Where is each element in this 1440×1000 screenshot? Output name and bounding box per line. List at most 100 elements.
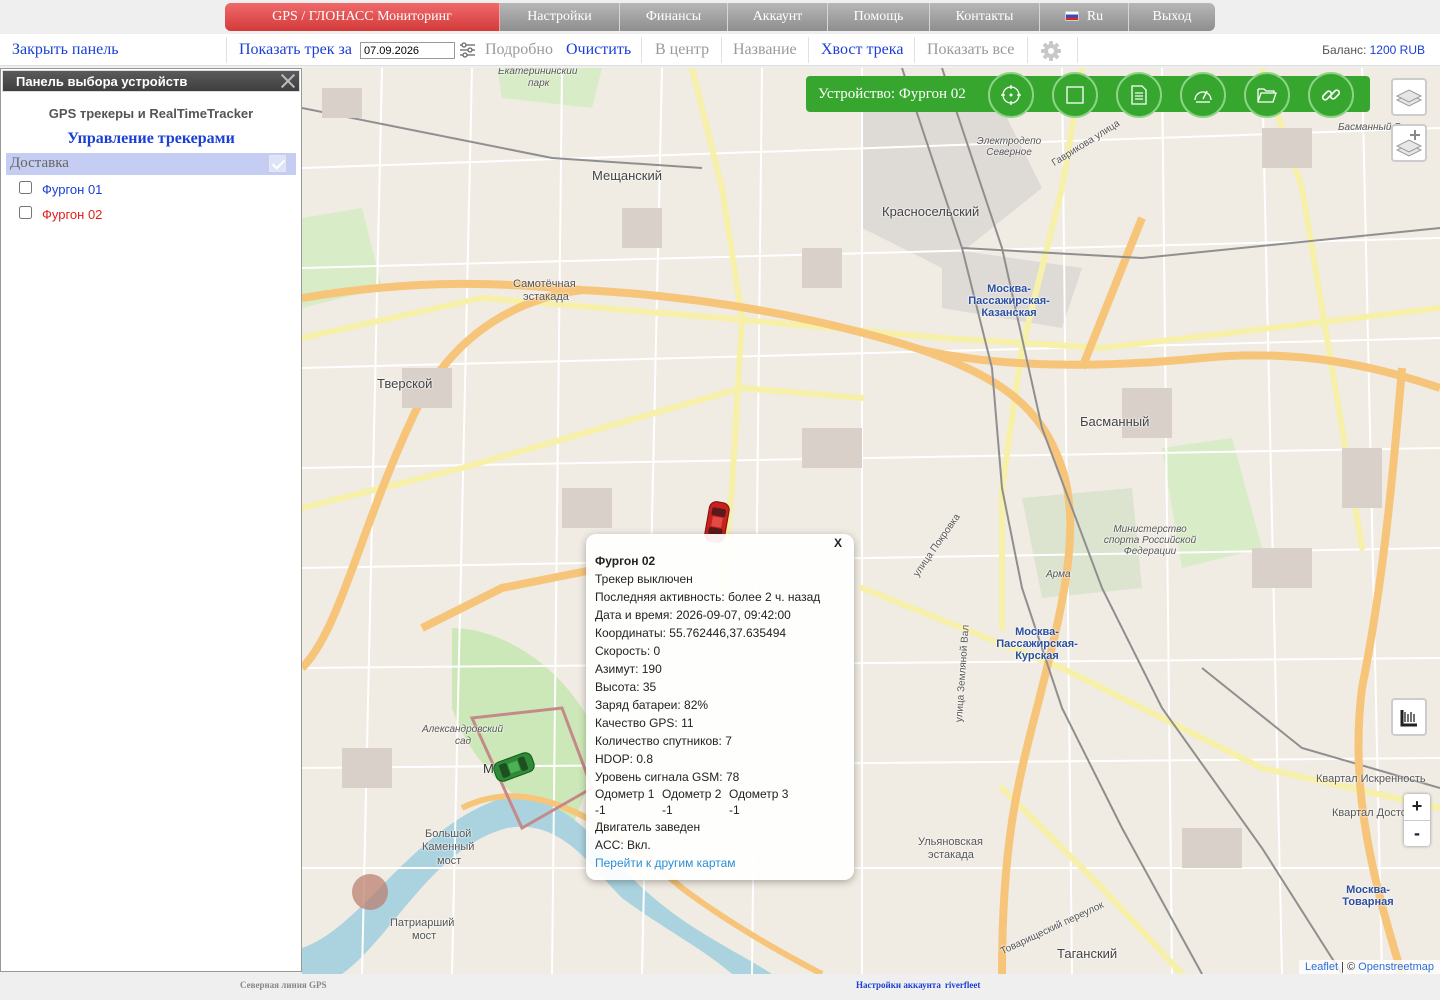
osm-link[interactable]: Openstreetmap [1358, 961, 1434, 973]
ruler-icon[interactable] [1391, 698, 1427, 736]
language-label: Ru [1086, 9, 1104, 24]
map-label: Ульяновская [918, 836, 983, 848]
popup-battery: Заряд батареи: 82% [595, 698, 709, 712]
popup-engine: Двигатель заведен [595, 820, 701, 834]
map-label: Екатерининский [498, 68, 578, 77]
map-label: Квартал Досто [1332, 807, 1407, 819]
filter-icon[interactable] [459, 42, 476, 58]
station-label: Москва- Пассажирская- Казанская [968, 283, 1050, 319]
leaflet-link[interactable]: Leaflet [1305, 961, 1338, 973]
menu-finance[interactable]: Финансы [620, 3, 728, 31]
close-panel-link[interactable]: Закрыть панель [12, 34, 119, 66]
device-action-bar: Устройство: Фургон 02 [806, 72, 1370, 118]
odometer-value: -1 [595, 803, 606, 817]
popup-coords: Координаты: 55.762446,37.635494 [595, 626, 787, 640]
popup-gps-quality: Качество GPS: 11 [595, 716, 694, 730]
menu-help[interactable]: Помощь [828, 3, 930, 31]
clear-button[interactable]: Очистить [566, 34, 631, 66]
footer-brand[interactable]: Северная линия GPS [240, 980, 327, 990]
panel-heading[interactable]: Управление трекерами [1, 130, 301, 148]
menu-settings[interactable]: Настройки [500, 3, 620, 31]
attribution-separator: | © [1338, 961, 1359, 973]
panel-header: Панель выбора устройств [2, 70, 300, 92]
station-label: Москва- Товарная [1342, 884, 1394, 908]
map-label: Красносельский [882, 204, 980, 219]
device-group[interactable]: Доставка [6, 153, 296, 175]
map-attribution: Leaflet | © Openstreetmap [1299, 960, 1440, 974]
toolbar: Закрыть панель Показать трек за Подробно… [0, 34, 1440, 66]
map-label: Тверской [377, 376, 433, 391]
details-button[interactable]: Подробно [485, 34, 553, 66]
map-label: Электродепо Северное [976, 136, 1042, 158]
track-date-input[interactable] [360, 42, 455, 59]
odometer-value: -1 [729, 803, 740, 817]
menu-account[interactable]: Аккаунт [728, 3, 828, 31]
footer: Северная линия GPS Настройки аккаунта riv… [0, 974, 1440, 1000]
popup-datetime: Дата и время: 2026-09-07, 09:42:00 [595, 608, 791, 622]
odometer-labels: Одометр 1 Одометр 2 Одометр 3 [595, 786, 854, 802]
map-label: Самотёчная [513, 278, 576, 290]
link-icon[interactable] [1308, 72, 1354, 118]
popup-azimuth: Азимут: 190 [595, 662, 662, 676]
show-all-button[interactable]: Показать все [927, 34, 1014, 66]
map-label: Таганский [1057, 946, 1118, 961]
speedometer-icon[interactable] [1180, 72, 1226, 118]
balance-label: Баланс: [1322, 43, 1367, 57]
device-checkbox-1[interactable] [19, 181, 32, 194]
other-maps-link[interactable]: Перейти к другим картам [595, 854, 854, 872]
popup-hdop: HDOP: 0.8 [595, 752, 654, 766]
gear-icon[interactable] [1040, 40, 1062, 62]
popup-speed: Скорость: 0 [595, 644, 661, 658]
popup-status: Трекер выключен [595, 572, 693, 586]
footer-account: Настройки аккаунта riverfleet [856, 980, 980, 990]
device-name-2[interactable]: Фургон 02 [42, 207, 102, 222]
device-row: Фургон 01 [1, 175, 301, 200]
menu-contacts[interactable]: Контакты [930, 3, 1040, 31]
zoom-out-button[interactable]: - [1404, 820, 1430, 846]
popup-acc: ACC: Вкл. [595, 838, 651, 852]
close-icon[interactable] [279, 72, 297, 90]
folder-icon[interactable] [1244, 72, 1290, 118]
menu-brand[interactable]: GPS / ГЛОНАСС Мониторинг [225, 3, 500, 31]
center-button[interactable]: В центр [655, 34, 709, 66]
group-checkbox[interactable] [269, 155, 286, 172]
track-tail-button[interactable]: Хвост трека [821, 34, 903, 66]
device-name-1[interactable]: Фургон 01 [42, 182, 102, 197]
russia-flag-icon [1064, 11, 1079, 21]
menu-logout[interactable]: Выход [1129, 3, 1215, 31]
map-label: Арма [1046, 569, 1071, 580]
device-label: Устройство: Фургон 02 [818, 86, 966, 102]
odometer-value: -1 [662, 803, 673, 817]
device-checkbox-2[interactable] [19, 206, 32, 219]
map-label: Патриарший [390, 917, 455, 929]
map-label: эстакада [928, 849, 974, 861]
zoom-in-button[interactable]: + [1404, 794, 1430, 820]
panel-subtitle: GPS трекеры и RealTimeTracker [48, 106, 254, 121]
balance-value[interactable]: 1200 RUB [1370, 43, 1425, 57]
show-track-link[interactable]: Показать трек за [239, 34, 352, 66]
popup-satellites: Количество спутников: 7 [595, 734, 732, 748]
odometer-label: Одометр 3 [729, 787, 789, 801]
map-label: эстакада [523, 291, 569, 303]
map-label: мост [412, 930, 437, 942]
menu-language[interactable]: Ru [1040, 3, 1129, 31]
green-car-icon[interactable] [492, 752, 536, 782]
popup-last-activity: Последняя активность: более 2 ч. назад [595, 590, 821, 604]
popup-close-button[interactable]: X [834, 536, 842, 550]
layers-icon[interactable] [1391, 78, 1427, 116]
target-icon[interactable] [988, 72, 1034, 118]
document-icon[interactable] [1116, 72, 1162, 118]
map-label: Каменный [422, 841, 475, 853]
map-label: Квартал Искренность [1316, 773, 1426, 785]
account-user[interactable]: riverfleet [945, 980, 980, 990]
square-icon[interactable] [1052, 72, 1098, 118]
add-layer-icon[interactable] [1391, 124, 1427, 162]
map-label: мост [437, 855, 462, 867]
map-label: Большой [425, 828, 472, 840]
map-label: парк [528, 78, 550, 89]
map-view[interactable]: Екатерининский парк Мещанский Красносель… [302, 68, 1440, 974]
account-settings-link[interactable]: Настройки аккаунта [856, 980, 941, 990]
odometer-label: Одометр 1 [595, 787, 655, 801]
device-row: Фургон 02 [1, 200, 301, 225]
name-button[interactable]: Название [733, 34, 797, 66]
